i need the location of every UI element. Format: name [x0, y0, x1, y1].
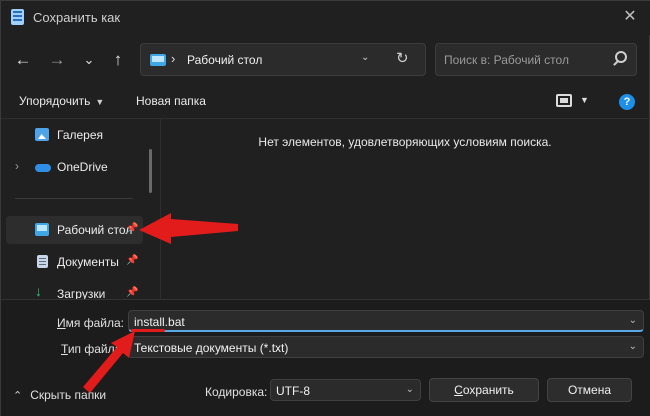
cancel-button[interactable]: Отмена: [547, 378, 632, 402]
help-button[interactable]: ?: [619, 94, 635, 110]
sidebar-item-label: Документы: [57, 255, 119, 269]
hide-folders-label: Скрыть папки: [30, 388, 107, 402]
save-options-panel: Имя файла: install.bat ⌄ Тип файла: Текс…: [1, 299, 650, 416]
encoding-label: Кодировка:: [205, 385, 268, 399]
filename-label: Имя файла:: [57, 316, 124, 330]
sidebar-item-label: Загрузки: [57, 287, 106, 299]
sidebar-item-gallery[interactable]: Галерея: [6, 121, 143, 149]
caret-down-icon: ▼: [95, 97, 105, 107]
chevron-down-icon[interactable]: ⌄: [406, 384, 414, 395]
new-folder-button[interactable]: Новая папка: [136, 94, 206, 108]
pin-icon: 📌: [126, 223, 139, 234]
sidebar-item-label: Рабочий стол: [57, 223, 133, 237]
navigation-bar: ← → ⌄ ↑ › Рабочий стол ⌄ ↻: [1, 35, 650, 85]
organize-button[interactable]: Упорядочить ▼: [19, 94, 104, 108]
up-button[interactable]: ↑: [106, 49, 130, 71]
view-options-caret-icon[interactable]: ▼: [580, 95, 589, 105]
chevron-up-icon: ⌃: [13, 390, 23, 402]
pin-icon: 📌: [126, 287, 139, 298]
chevron-right-icon[interactable]: ›: [15, 159, 19, 173]
view-mode-icon[interactable]: [556, 94, 572, 107]
filetype-select[interactable]: Текстовые документы (*.txt) ⌄: [128, 336, 644, 358]
empty-results-message: Нет элементов, удовлетворяющих условиям …: [258, 135, 552, 149]
documents-icon: [37, 255, 48, 268]
back-button[interactable]: ←: [11, 49, 35, 71]
encoding-value: UTF-8: [276, 384, 310, 398]
filetype-label: Тип файла:: [61, 342, 125, 356]
recent-locations-button[interactable]: ⌄: [77, 49, 101, 71]
search-icon[interactable]: [615, 51, 627, 63]
cloud-icon: [35, 160, 51, 173]
close-button[interactable]: ✕: [617, 5, 643, 29]
search-box[interactable]: [435, 43, 637, 76]
desktop-folder-icon: [150, 54, 166, 66]
address-path[interactable]: Рабочий стол: [187, 53, 262, 67]
save-button[interactable]: Сохранить: [429, 378, 539, 402]
forward-button[interactable]: →: [45, 49, 69, 71]
gallery-icon: [35, 128, 49, 141]
filetype-value: Текстовые документы (*.txt): [134, 341, 289, 355]
annotation-underline: [131, 329, 165, 332]
address-bar[interactable]: › Рабочий стол ⌄ ↻: [140, 43, 426, 76]
file-list-area[interactable]: Нет элементов, удовлетворяющих условиям …: [162, 119, 650, 299]
command-toolbar: Упорядочить ▼ Новая папка ▼ ?: [1, 85, 650, 119]
sidebar-item-desktop[interactable]: Рабочий стол 📌: [6, 216, 143, 244]
encoding-select[interactable]: UTF-8 ⌄: [270, 379, 421, 401]
sidebar-item-documents[interactable]: Документы 📌: [6, 248, 143, 276]
desktop-folder-icon: [35, 223, 49, 236]
chevron-down-icon[interactable]: ⌄: [629, 315, 637, 326]
navigation-pane: Галерея › OneDrive Рабочий стол 📌 Докуме…: [1, 119, 161, 299]
window-title: Сохранить как: [33, 10, 121, 25]
sidebar-divider: [15, 198, 133, 199]
chevron-right-icon[interactable]: ›: [171, 51, 175, 66]
sidebar-item-downloads[interactable]: ↓ Загрузки 📌: [6, 280, 143, 299]
title-bar: Сохранить как ✕: [1, 1, 650, 35]
save-as-dialog: Сохранить как ✕ ← → ⌄ ↑ › Рабочий стол ⌄…: [0, 0, 650, 416]
sidebar-item-onedrive[interactable]: › OneDrive: [6, 153, 143, 181]
sidebar-item-label: Галерея: [57, 128, 104, 142]
hide-folders-button[interactable]: ⌃ Скрыть папки: [13, 388, 106, 402]
refresh-button[interactable]: ↻: [396, 49, 409, 67]
chevron-down-icon[interactable]: ⌄: [629, 341, 637, 352]
address-dropdown-button[interactable]: ⌄: [361, 52, 369, 63]
notepad-app-icon: [11, 9, 24, 25]
sidebar-scrollbar[interactable]: [149, 149, 152, 193]
search-input[interactable]: [444, 51, 604, 69]
downloads-icon: ↓: [35, 283, 42, 299]
filename-field[interactable]: install.bat ⌄: [128, 310, 644, 332]
filename-value[interactable]: install.bat: [134, 315, 185, 329]
sidebar-item-label: OneDrive: [57, 160, 108, 174]
pin-icon: 📌: [126, 255, 139, 266]
organize-label: Упорядочить: [19, 94, 91, 108]
